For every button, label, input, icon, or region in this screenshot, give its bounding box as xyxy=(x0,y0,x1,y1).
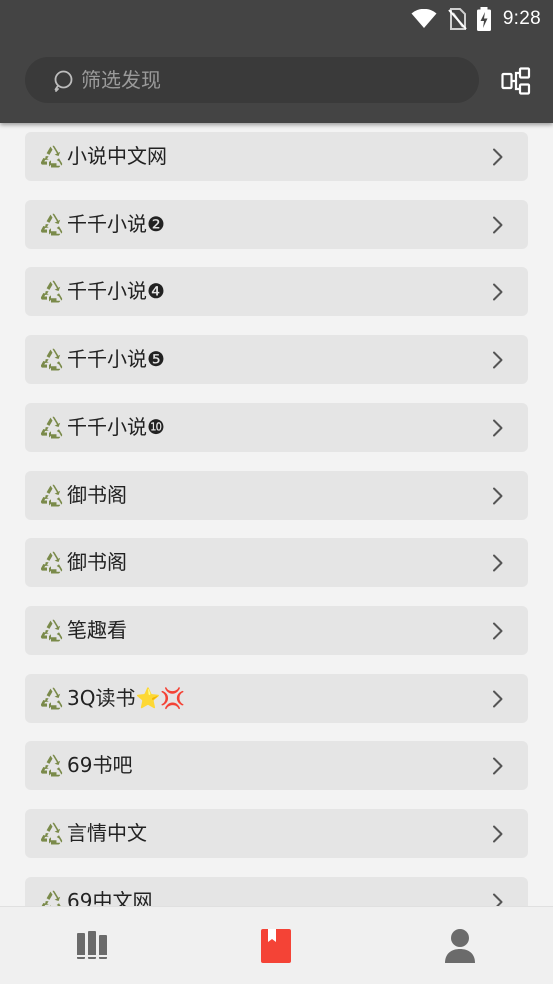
recycle-icon xyxy=(40,484,63,507)
recycle-icon xyxy=(40,416,63,439)
chevron-right-icon xyxy=(493,622,503,640)
source-name: 69书吧 xyxy=(67,753,133,777)
bookshelf-icon xyxy=(77,931,107,959)
chevron-right-icon xyxy=(493,825,503,843)
source-name: 笔趣看 xyxy=(67,618,127,642)
wifi-icon xyxy=(411,9,437,28)
recycle-icon xyxy=(40,280,63,303)
screen: 9:28 小说中文网千千小说❷千千小说❹千千小说❺千千小说❿御书阁御书阁笔趣看3… xyxy=(0,0,553,984)
recycle-icon xyxy=(40,213,63,236)
recycle-icon xyxy=(40,145,63,168)
no-sim-icon xyxy=(448,8,467,30)
source-list-item[interactable]: 小说中文网 xyxy=(25,132,528,181)
source-list-item[interactable]: 言情中文 xyxy=(25,809,528,858)
chevron-right-icon xyxy=(493,351,503,369)
chevron-right-icon xyxy=(493,216,503,234)
source-name: 千千小说❿ xyxy=(67,415,165,439)
chevron-right-icon xyxy=(493,148,503,166)
source-name: 御书阁 xyxy=(67,550,127,574)
source-list: 小说中文网 千千小说❷ 千千小说❹ 千千小说❺ 千千小说❿ 御书阁 御书阁 笔趣看 3Q读书⭐💢… xyxy=(0,123,553,906)
layout-tree-icon xyxy=(501,67,531,95)
chevron-right-icon xyxy=(493,283,503,301)
recycle-icon xyxy=(41,890,61,906)
search-input[interactable] xyxy=(81,68,461,92)
source-list-item[interactable]: 千千小说❺ xyxy=(25,335,528,384)
source-list-item[interactable]: 笔趣看 xyxy=(25,606,528,655)
nav-discover-tab[interactable] xyxy=(184,907,368,984)
recycle-icon xyxy=(40,619,63,642)
chevron-right-icon xyxy=(493,893,503,906)
source-list-item[interactable]: 千千小说❷ xyxy=(25,200,528,249)
source-list-item[interactable]: 千千小说❿ xyxy=(25,403,528,452)
recycle-icon xyxy=(40,348,63,371)
recycle-icon xyxy=(40,822,63,845)
source-list-item[interactable]: 69书吧 xyxy=(25,741,528,790)
layout-toggle-button[interactable] xyxy=(497,62,535,100)
chevron-right-icon xyxy=(493,690,503,708)
source-list-item[interactable]: 御书阁 xyxy=(25,538,528,587)
search-bar[interactable] xyxy=(25,57,479,103)
chevron-right-icon xyxy=(493,757,503,775)
source-name: 千千小说❹ xyxy=(67,279,165,303)
recycle-icon xyxy=(40,754,63,777)
source-name: 言情中文 xyxy=(67,821,147,845)
source-list-item[interactable]: 千千小说❹ xyxy=(25,267,528,316)
book-bookmark-icon xyxy=(261,929,291,963)
source-name: 千千小说❷ xyxy=(67,212,165,236)
source-name: 69中文网 xyxy=(67,889,153,906)
source-list-item[interactable]: 御书阁 xyxy=(25,471,528,520)
recycle-icon xyxy=(40,687,63,710)
recycle-icon xyxy=(40,551,63,574)
source-name: 千千小说❺ xyxy=(67,347,165,371)
battery-charging-icon xyxy=(476,7,491,31)
nav-profile-tab[interactable] xyxy=(368,907,552,984)
chevron-right-icon xyxy=(493,419,503,437)
status-time: 9:28 xyxy=(502,8,541,29)
source-name: 小说中文网 xyxy=(67,144,167,168)
chevron-right-icon xyxy=(493,554,503,572)
chevron-right-icon xyxy=(493,487,503,505)
nav-bookshelf-tab[interactable] xyxy=(0,907,184,984)
source-list-item[interactable]: 69中文网 xyxy=(25,877,528,906)
top-app-bar: 9:28 xyxy=(0,0,553,123)
source-name: 3Q读书⭐💢 xyxy=(67,686,186,710)
bottom-navigation xyxy=(0,906,553,984)
source-list-item[interactable]: 3Q读书⭐💢 xyxy=(25,674,528,723)
source-name: 御书阁 xyxy=(67,483,127,507)
person-icon xyxy=(445,929,475,963)
search-icon xyxy=(54,70,73,92)
status-bar: 9:28 xyxy=(411,0,541,38)
